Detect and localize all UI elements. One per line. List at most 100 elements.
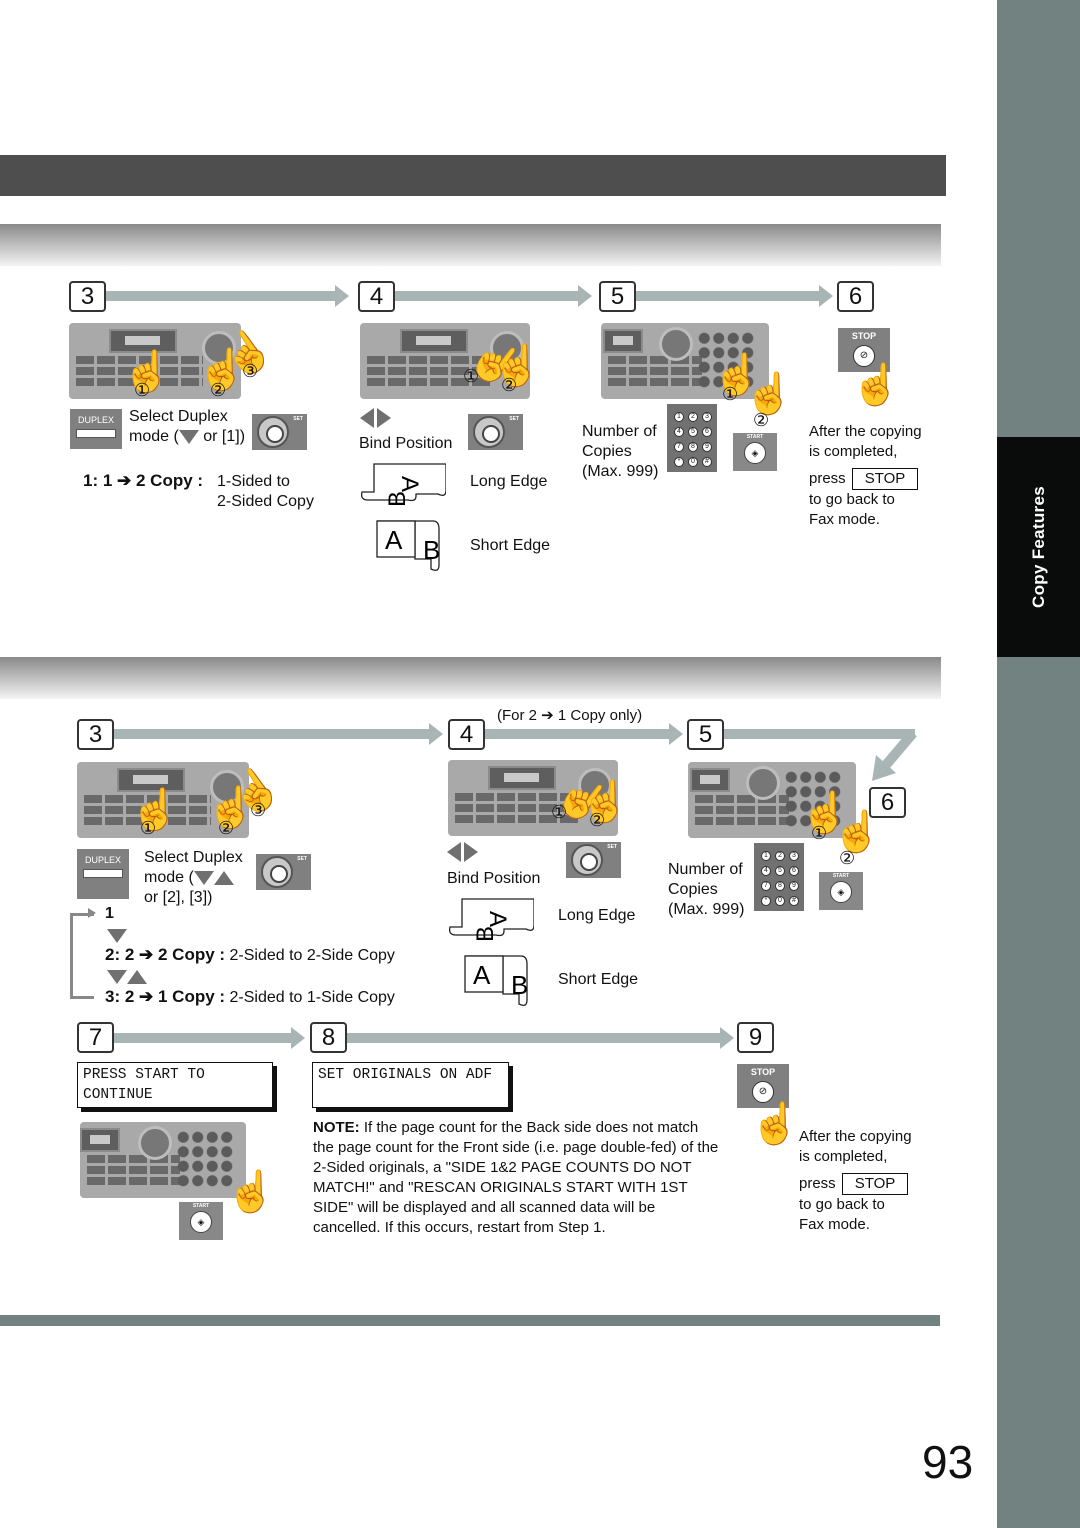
flow-arrow xyxy=(347,1027,734,1049)
keypad-key[interactable]: 9 xyxy=(789,881,799,891)
pointing-hand-icon: ☝ xyxy=(831,810,882,854)
down-up-arrows-icon xyxy=(107,968,147,986)
nav-set-key[interactable]: SET xyxy=(256,854,311,890)
flow-arrow xyxy=(113,723,443,745)
flow-arrow xyxy=(484,723,683,745)
keypad-key[interactable]: 6 xyxy=(702,427,712,437)
cycle-arrow-icon xyxy=(88,908,96,918)
keypad-key[interactable]: 1 xyxy=(674,412,684,422)
keypad-key[interactable]: 6 xyxy=(789,866,799,876)
duplex-key[interactable]: DUPLEX xyxy=(70,409,122,449)
svg-text:B: B xyxy=(511,970,528,1000)
mode-option-3: 3: 2 ➔ 1 Copy : 2-Sided to 1-Side Copy xyxy=(105,987,395,1006)
stop-button-label: STOP xyxy=(851,468,919,490)
short-edge-label: Short Edge xyxy=(470,537,551,554)
page-number: 93 xyxy=(922,1436,974,1488)
step-number: 5 xyxy=(687,719,724,750)
mode-option-1-desc: 1-Sided to 2-Sided Copy xyxy=(217,473,314,510)
mode-option-2: 2: 2 ➔ 2 Copy : 2-Sided to 2-Side Copy xyxy=(105,945,395,964)
number-of-copies-text: Number of Copies (Max. 999) xyxy=(668,861,745,918)
svg-text:B: B xyxy=(384,491,411,507)
long-edge-label: Long Edge xyxy=(558,907,636,924)
svg-text:A: A xyxy=(385,525,403,555)
callout-1: ① xyxy=(811,823,828,843)
long-edge-binding-icon: AB xyxy=(448,897,535,947)
step-number: 4 xyxy=(448,719,485,750)
mode-option-1: 1 xyxy=(105,905,114,922)
callout-2: ② xyxy=(218,818,235,838)
start-icon: ◈ xyxy=(190,1211,212,1233)
start-key[interactable]: START ◈ xyxy=(179,1202,223,1240)
keypad-key[interactable]: 1 xyxy=(761,851,771,861)
step-number: 3 xyxy=(69,281,106,312)
numeric-keypad[interactable]: 1 2 3 4 5 6 7 8 9 * 0 # xyxy=(754,843,804,911)
nav-ring-icon xyxy=(571,844,603,876)
flow-arrow xyxy=(635,285,833,307)
svg-text:A: A xyxy=(473,960,491,990)
callout-3: ③ xyxy=(242,361,259,381)
nav-set-key[interactable]: SET xyxy=(468,414,523,450)
duplex-key[interactable]: DUPLEX xyxy=(77,849,129,899)
keypad-key[interactable]: 8 xyxy=(775,881,785,891)
callout-3: ③ xyxy=(250,800,267,820)
flow-arrow xyxy=(113,1027,305,1049)
section2-header-bar xyxy=(0,657,941,699)
bottom-rule xyxy=(0,1315,940,1326)
keypad-key[interactable]: 7 xyxy=(761,881,771,891)
step-number: 6 xyxy=(837,281,874,312)
callout-2: ② xyxy=(501,375,518,395)
keypad-key[interactable]: 9 xyxy=(702,442,712,452)
instruction-text: Select Duplex mode ( or [2], [3]) xyxy=(144,849,243,906)
left-right-arrows-icon xyxy=(447,842,478,867)
instruction-text: Select Duplex mode ( or [1]) xyxy=(129,408,246,445)
callout-1: ① xyxy=(140,818,157,838)
keypad-key[interactable]: # xyxy=(789,896,799,906)
bind-position-label: Bind Position xyxy=(359,435,453,452)
keypad-key[interactable]: 4 xyxy=(674,427,684,437)
mode-option-1: 1: 1 ➔ 2 Copy : xyxy=(83,471,204,490)
keypad-key[interactable]: 3 xyxy=(789,851,799,861)
start-key[interactable]: START ◈ xyxy=(733,433,777,471)
section1-header-bar xyxy=(0,224,941,266)
down-arrow-icon xyxy=(193,870,214,885)
keypad-key[interactable]: 5 xyxy=(688,427,698,437)
duplex-key-label: DUPLEX xyxy=(77,415,114,425)
keypad-key[interactable]: 8 xyxy=(688,442,698,452)
numeric-keypad[interactable]: 1 2 3 4 5 6 7 8 9 * 0 # xyxy=(667,404,717,472)
nav-ring-icon xyxy=(473,416,505,448)
nav-set-key[interactable]: SET xyxy=(566,842,621,878)
short-edge-binding-icon: AB xyxy=(463,954,549,1006)
number-of-copies-text: Number of Copies (Max. 999) xyxy=(582,423,659,480)
nav-set-key[interactable]: SET xyxy=(252,414,307,450)
keypad-key[interactable]: 2 xyxy=(688,412,698,422)
left-right-arrows-icon xyxy=(360,408,391,433)
callout-2: ② xyxy=(753,410,770,430)
callout-2: ② xyxy=(210,380,227,400)
start-key[interactable]: START ◈ xyxy=(819,872,863,910)
svg-text:B: B xyxy=(472,926,499,942)
keypad-key[interactable]: 4 xyxy=(761,866,771,876)
svg-text:A: A xyxy=(396,476,423,492)
callout-1: ① xyxy=(551,802,568,822)
step-number: 3 xyxy=(77,719,114,750)
svg-text:B: B xyxy=(423,535,440,565)
svg-text:A: A xyxy=(484,911,511,927)
keypad-key[interactable]: 2 xyxy=(775,851,785,861)
keypad-key[interactable]: * xyxy=(761,896,771,906)
short-edge-binding-icon: AB xyxy=(375,519,461,571)
keypad-key[interactable]: 7 xyxy=(674,442,684,452)
keypad-key[interactable]: 3 xyxy=(702,412,712,422)
pointing-hand-icon: ☝ xyxy=(743,372,794,416)
keypad-key[interactable]: 0 xyxy=(775,896,785,906)
callout-1: ① xyxy=(134,380,151,400)
nav-ring-icon xyxy=(261,856,293,888)
keypad-key[interactable]: 0 xyxy=(688,457,698,467)
fax-control-panel-image xyxy=(80,1122,246,1198)
chapter-tab[interactable]: Copy Features xyxy=(997,437,1080,657)
callout-2: ② xyxy=(589,810,606,830)
long-edge-binding-icon: AB xyxy=(360,462,447,512)
step4-note: (For 2 ➔ 1 Copy only) xyxy=(497,707,643,724)
keypad-key[interactable]: * xyxy=(674,457,684,467)
keypad-key[interactable]: # xyxy=(702,457,712,467)
keypad-key[interactable]: 5 xyxy=(775,866,785,876)
